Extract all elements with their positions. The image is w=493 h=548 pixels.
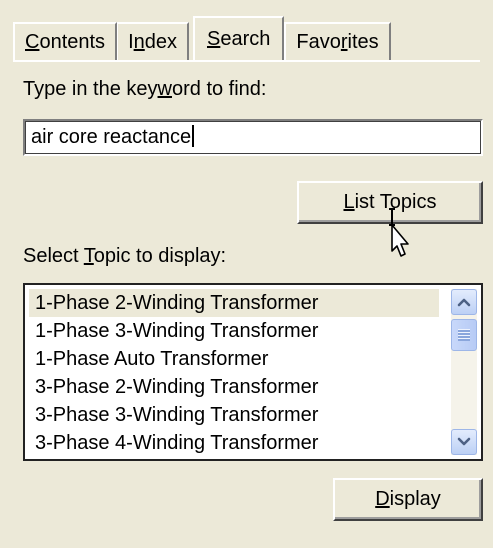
grip-icon: [458, 329, 470, 341]
tab-search[interactable]: Search: [193, 16, 285, 60]
tab-contents[interactable]: Contents: [13, 22, 118, 60]
select-topic-label-post: opic to display:: [93, 245, 227, 267]
topic-item[interactable]: 3-Phase 2-Winding Transformer: [29, 373, 439, 401]
topic-item[interactable]: 3-Phase 4-Winding Transformer: [29, 429, 439, 457]
display-label-key: D: [375, 488, 390, 510]
tab-strip: Contents In dex Search Favo r ites: [13, 16, 391, 60]
tab-index[interactable]: In dex: [117, 22, 189, 60]
scroll-down-button[interactable]: [451, 429, 477, 455]
topic-item[interactable]: 3-Phase 3-Winding Transformer: [29, 401, 439, 429]
tab-favorites-label-post: ites: [347, 30, 379, 53]
text-caret: [192, 125, 195, 147]
topic-item[interactable]: 1-Phase 2-Winding Transformer: [29, 289, 439, 317]
tab-favorites[interactable]: Favo r ites: [284, 22, 391, 60]
scroll-thumb[interactable]: [451, 319, 477, 351]
tab-search-label-key: S: [207, 27, 221, 50]
help-search-pane: Contents In dex Search Favo r ites Type in …: [0, 0, 493, 548]
display-label-post: isplay: [389, 488, 441, 510]
tab-favorites-label-key: r: [340, 30, 348, 53]
list-topics-label-key: L: [343, 191, 355, 213]
keyword-label-post: ord to find:: [171, 78, 267, 100]
topic-item[interactable]: 1-Phase Auto Transformer: [29, 345, 439, 373]
select-topic-label: Select Topic to display:: [23, 245, 226, 268]
keyword-input-value: air core reactance: [31, 126, 192, 148]
tab-index-label-key: n: [133, 30, 145, 53]
topic-listbox[interactable]: 1-Phase 2-Winding Transformer 1-Phase 3-…: [23, 283, 483, 461]
tab-index-label-post: dex: [144, 30, 177, 53]
select-topic-label-pre: Select: [23, 245, 84, 267]
tab-contents-label-post: ontents: [39, 30, 106, 53]
vertical-scrollbar[interactable]: [451, 289, 477, 455]
tab-contents-label-key: C: [25, 30, 40, 53]
keyword-label-key: w: [157, 78, 172, 100]
keyword-input[interactable]: air core reactance: [23, 119, 483, 156]
select-topic-label-key: T: [83, 245, 94, 267]
list-topics-label-post: ist Topics: [354, 191, 437, 213]
keyword-label: Type in the keyword to find:: [23, 78, 267, 101]
tab-search-label-post: earch: [220, 27, 271, 50]
keyword-label-pre: Type in the key: [23, 78, 158, 100]
chevron-up-icon: [457, 298, 471, 307]
chevron-down-icon: [457, 437, 471, 446]
tab-favorites-label-pre: Favo: [296, 30, 341, 53]
scroll-up-button[interactable]: [451, 289, 477, 315]
display-button[interactable]: Display: [333, 478, 483, 521]
topic-list: 1-Phase 2-Winding Transformer 1-Phase 3-…: [29, 289, 439, 457]
topic-item[interactable]: 1-Phase 3-Winding Transformer: [29, 317, 439, 345]
list-topics-button[interactable]: List Topics: [297, 181, 483, 224]
